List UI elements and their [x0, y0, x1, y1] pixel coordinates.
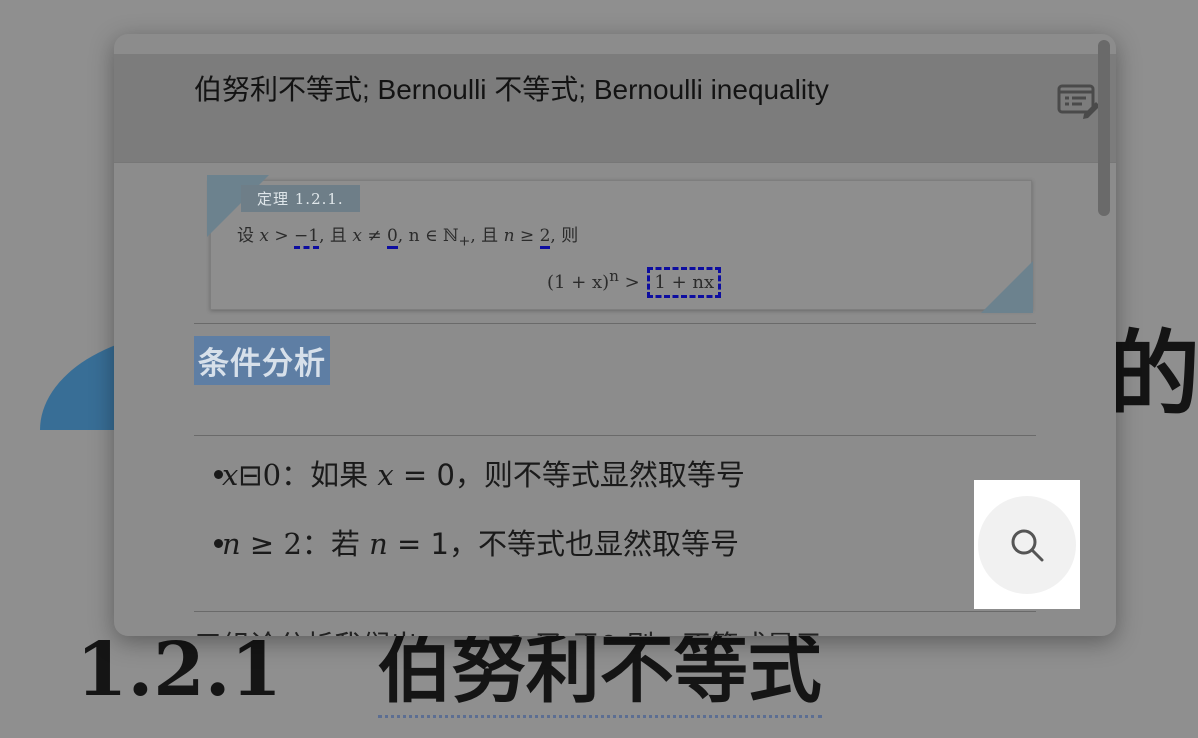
bullet-dot	[214, 470, 223, 479]
edit-note-icon[interactable]	[1056, 80, 1102, 122]
popup-header: 伯努利不等式; Bernoulli 不等式; Bernoulli inequal…	[114, 54, 1116, 163]
background-heading-fragment: 的	[1108, 321, 1198, 428]
truncated-paragraph: 三组论分析我们出 x ≥ −1 又 于0 则一不等式显示	[194, 624, 823, 636]
search-button-frame	[974, 480, 1080, 609]
highlighted-term: 1 + nx	[647, 267, 722, 298]
divider	[194, 435, 1036, 436]
section-number: 1.2.1	[76, 627, 282, 713]
popup-title: 伯努利不等式; Bernoulli 不等式; Bernoulli inequal…	[194, 74, 829, 105]
list-item: x⊟0：如果 x = 0，则不等式显然取等号	[214, 452, 745, 494]
popup-scrollbar[interactable]	[1098, 40, 1110, 216]
preview-popup[interactable]: 伯努利不等式; Bernoulli 不等式; Bernoulli inequal…	[114, 34, 1116, 636]
divider	[194, 611, 1036, 612]
search-icon	[1011, 529, 1044, 562]
divider	[194, 323, 1036, 324]
bullet-dot	[214, 539, 223, 548]
theorem-card: 定理 1.2.1. 设 x > −1, 且 x ≠ 0, n ∈ ℕ+, 且 n…	[207, 175, 1033, 313]
section-title-link[interactable]: 伯努利不等式	[377, 627, 822, 718]
section-heading-highlighted: 条件分析	[194, 336, 330, 385]
list-item: n ≥ 2：若 n = 1，不等式也显然取等号	[214, 521, 739, 563]
theorem-label: 定理 1.2.1.	[241, 185, 360, 212]
theorem-corner-decoration	[981, 261, 1033, 313]
theorem-hypothesis: 设 x > −1, 且 x ≠ 0, n ∈ ℕ+, 且 n ≥ 2, 则	[237, 226, 579, 250]
search-button[interactable]	[978, 496, 1076, 594]
theorem-formula: (1 + x)n > 1 + nx	[547, 267, 722, 298]
